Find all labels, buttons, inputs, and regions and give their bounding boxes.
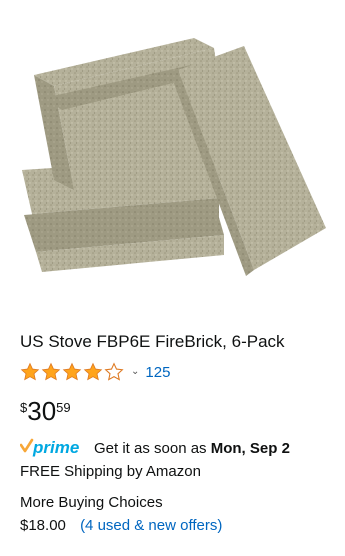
offers-price: $18.00 — [20, 517, 66, 534]
price-symbol: $ — [20, 400, 28, 415]
offers-link[interactable]: (4 used & new offers) — [80, 517, 222, 534]
review-count-link[interactable]: 125 — [145, 364, 170, 381]
product-image[interactable] — [14, 30, 332, 300]
delivery-prefix: Get it as soon as — [94, 439, 207, 457]
rating-row[interactable]: ⌄ 125 — [20, 361, 170, 383]
price-whole: 30 — [27, 396, 57, 426]
star-empty-icon — [104, 362, 124, 381]
price: $ 30 59 — [20, 396, 71, 426]
chevron-down-icon[interactable]: ⌄ — [131, 366, 139, 377]
shipping-text: FREE Shipping by Amazon — [20, 463, 201, 480]
star-icon — [41, 362, 61, 381]
svg-text:prime: prime — [32, 438, 79, 457]
price-fraction: 59 — [56, 400, 71, 415]
star-rating[interactable] — [20, 362, 125, 382]
offers-row: $18.00 (4 used & new offers) — [20, 517, 222, 534]
star-icon — [62, 362, 82, 381]
delivery-date: Mon, Sep 2 — [210, 439, 290, 457]
delivery-text: Get it as soon as Mon, Sep 2 — [94, 440, 290, 457]
more-buying-choices-label: More Buying Choices — [20, 494, 163, 511]
prime-logo-icon: prime — [20, 438, 79, 457]
star-icon — [20, 362, 40, 381]
product-title[interactable]: US Stove FBP6E FireBrick, 6-Pack — [20, 332, 285, 352]
star-icon — [83, 362, 103, 381]
prime-delivery-row: prime Get it as soon as Mon, Sep 2 — [20, 437, 290, 459]
